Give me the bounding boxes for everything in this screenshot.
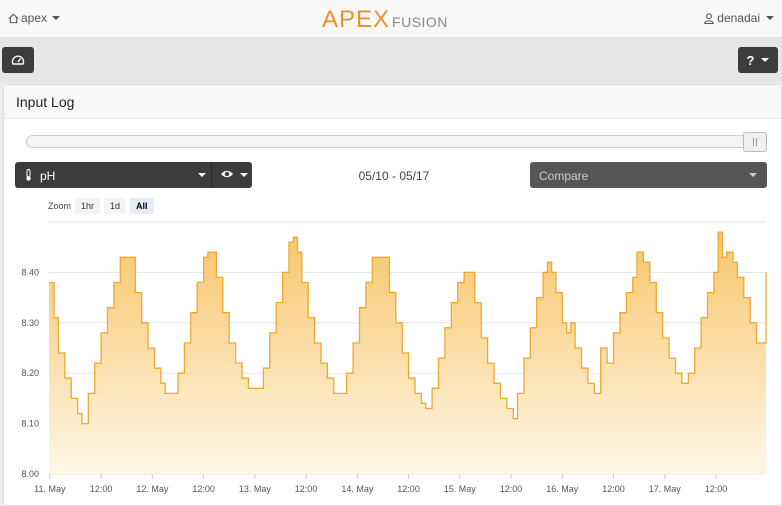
logo-main-text: APEX — [322, 6, 391, 33]
x-tick-label: 11. May — [34, 484, 66, 494]
y-tick-label: 8.00 — [21, 469, 39, 479]
dashboard-button[interactable] — [2, 47, 34, 73]
input-selector-label: pH — [40, 169, 56, 183]
ph-chart: 8.00 8.10 8.20 8.30 8.40 11. May 12:00 12. May… — [21, 221, 767, 494]
apex-fusion-logo[interactable]: APEX FUSION — [322, 6, 448, 34]
user-menu[interactable]: denadai — [704, 11, 774, 25]
chevron-down-icon — [198, 173, 206, 177]
zoom-all-button[interactable]: All — [130, 198, 154, 214]
chevron-down-icon — [52, 16, 61, 20]
x-tick-label: 17. May — [649, 484, 682, 494]
home-icon — [8, 13, 19, 23]
x-tick-label: 12:00 — [602, 484, 625, 494]
zoom-controls: Zoom 1hr 1d All — [48, 198, 154, 214]
input-selector[interactable]: pH — [15, 162, 252, 188]
chevron-down-icon — [766, 16, 774, 20]
date-range: 05/10 - 05/17 — [358, 169, 430, 183]
zoom-1hr-button[interactable]: 1hr — [75, 198, 101, 214]
x-tick-label: 12:00 — [705, 484, 728, 494]
compare-dropdown[interactable]: Compare — [530, 162, 767, 188]
slider-handle[interactable] — [743, 132, 767, 152]
zoom-1d-button[interactable]: 1d — [104, 198, 127, 214]
x-tick-label: 12:00 — [500, 484, 523, 494]
chevron-down-icon — [749, 173, 757, 177]
chevron-down-icon — [240, 173, 248, 177]
x-tick-label: 12:00 — [90, 484, 113, 494]
x-tick-label: 16. May — [546, 484, 579, 494]
y-tick-label: 8.30 — [21, 318, 39, 328]
top-navbar: apex APEX FUSION denadai — [0, 0, 782, 38]
zoom-label: Zoom — [48, 201, 72, 211]
time-range-slider[interactable] — [26, 132, 767, 152]
username: denadai — [717, 11, 760, 25]
thermometer-icon — [26, 169, 31, 181]
y-tick-label: 8.20 — [21, 368, 39, 378]
user-icon — [704, 12, 715, 24]
home-label: apex — [21, 11, 48, 25]
input-log-panel: Input Log pH 05/10 - 05/17 Compare Zoom … — [3, 84, 782, 506]
x-tick-label: 12:00 — [295, 484, 318, 494]
x-tick-label: 15. May — [444, 484, 477, 494]
question-icon: ? — [746, 52, 755, 68]
x-tick-label: 14. May — [341, 484, 374, 494]
x-tick-label: 12:00 — [192, 484, 215, 494]
toolbar: ? — [0, 38, 782, 82]
logo-sub-text: FUSION — [392, 14, 448, 30]
x-tick-label: 12. May — [136, 484, 169, 494]
y-tick-label: 8.40 — [21, 267, 39, 277]
x-tick-label: 13. May — [239, 484, 272, 494]
compare-placeholder: Compare — [539, 169, 589, 183]
chevron-down-icon — [761, 58, 770, 62]
eye-icon[interactable] — [220, 169, 234, 179]
help-menu-button[interactable]: ? — [738, 47, 778, 73]
dashboard-gauge-icon — [11, 55, 25, 65]
panel-title: Input Log — [4, 85, 781, 119]
y-tick-label: 8.10 — [21, 419, 39, 429]
home-menu[interactable]: apex — [8, 11, 61, 25]
x-tick-label: 12:00 — [397, 484, 420, 494]
